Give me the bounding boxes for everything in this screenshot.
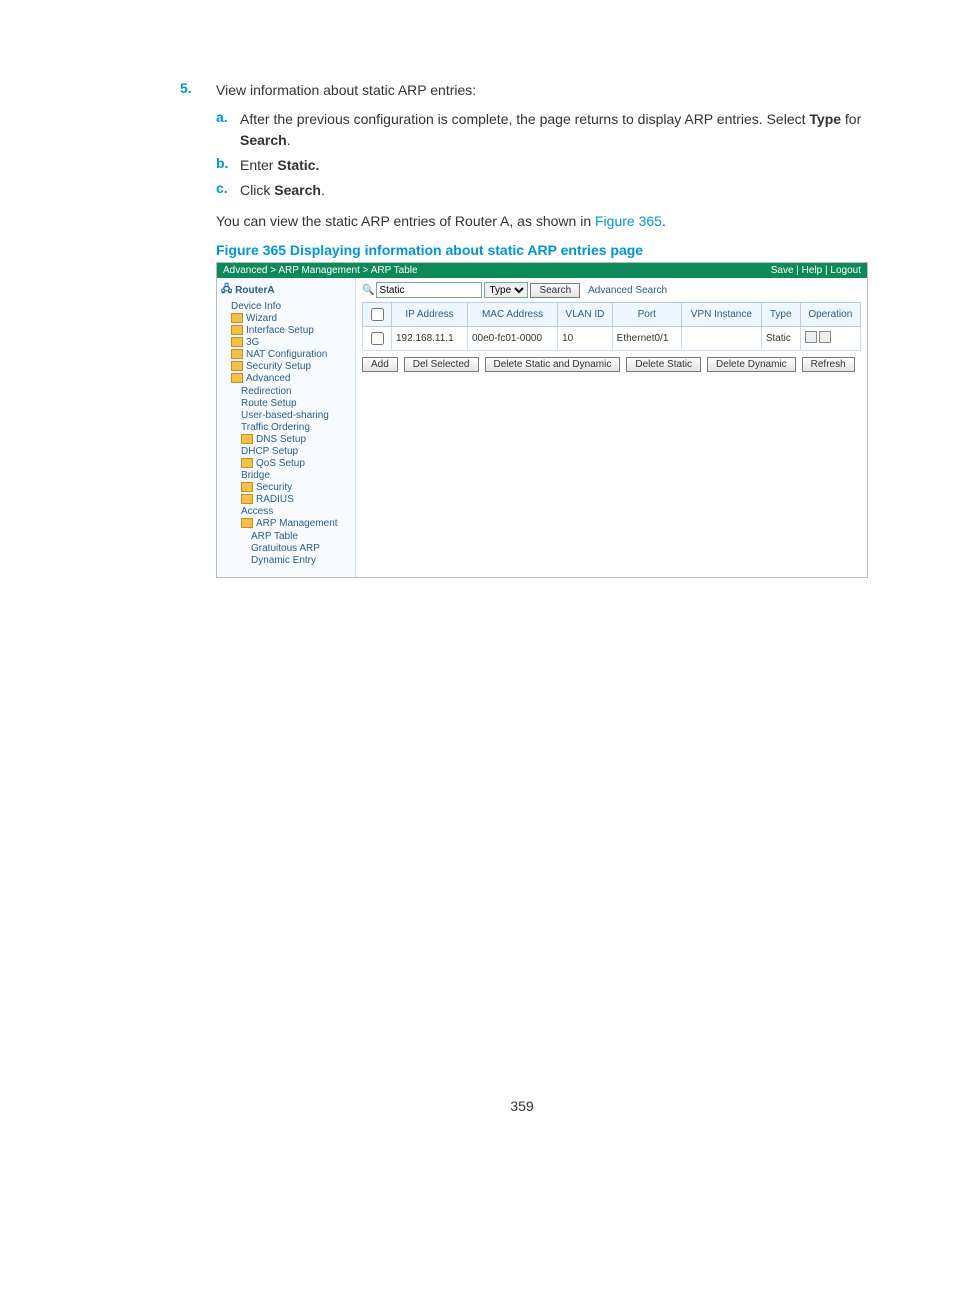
figure-link[interactable]: Figure 365 <box>595 213 662 229</box>
advanced-search-link[interactable]: Advanced Search <box>588 285 667 296</box>
sidebar-item[interactable]: Gratuitous ARP <box>251 543 351 554</box>
result-note: You can view the static ARP entries of R… <box>216 211 864 232</box>
sidebar-item[interactable]: DNS Setup <box>241 434 351 445</box>
step-text: View information about static ARP entrie… <box>216 80 864 101</box>
sidebar-item[interactable]: ARP Table <box>251 531 351 542</box>
page-number: 359 <box>180 1098 864 1114</box>
col-port[interactable]: Port <box>612 303 681 327</box>
delete-static-dynamic-button[interactable]: Delete Static and Dynamic <box>485 357 621 372</box>
sidebar-item[interactable]: Redirection <box>241 386 351 397</box>
sidebar-item[interactable]: Bridge <box>241 470 351 481</box>
sidebar-item[interactable]: QoS Setup <box>241 458 351 469</box>
sidebar-item[interactable]: Access <box>241 506 351 517</box>
col-vpn[interactable]: VPN Instance <box>681 303 761 327</box>
substep-c-letter: c. <box>216 180 240 196</box>
sidebar-item[interactable]: Traffic Ordering <box>241 422 351 433</box>
sidebar-item[interactable]: NAT Configuration <box>231 349 351 360</box>
cell-ip: 192.168.11.1 <box>392 327 468 351</box>
device-icon: 🖧 <box>221 282 232 299</box>
cell-vlan: 10 <box>558 327 613 351</box>
substep-a-letter: a. <box>216 109 240 125</box>
substep-b-letter: b. <box>216 155 240 171</box>
main-panel: 🔍 Type Search Advanced Search IP Address… <box>356 278 867 577</box>
add-button[interactable]: Add <box>362 357 398 372</box>
edit-icon[interactable] <box>805 331 817 343</box>
col-type[interactable]: Type <box>761 303 800 327</box>
search-type-select[interactable]: Type <box>484 282 528 298</box>
sidebar-item[interactable]: Dynamic Entry <box>251 555 351 566</box>
delete-dynamic-button[interactable]: Delete Dynamic <box>707 357 796 372</box>
sidebar: 🖧 RouterA Device Info Wizard Interface S… <box>217 278 356 577</box>
substep-c-text: Click Search. <box>240 180 864 201</box>
cell-type: Static <box>761 327 800 351</box>
substep-b-text: Enter Static. <box>240 155 864 176</box>
delete-static-button[interactable]: Delete Static <box>626 357 701 372</box>
search-button[interactable]: Search <box>530 283 580 298</box>
substep-a-text: After the previous configuration is comp… <box>240 109 864 151</box>
sidebar-item[interactable]: Device Info <box>231 301 351 312</box>
figure-caption: Figure 365 Displaying information about … <box>216 242 864 258</box>
cell-port: Ethernet0/1 <box>612 327 681 351</box>
sidebar-item[interactable]: Security <box>241 482 351 493</box>
step-number: 5. <box>180 80 216 96</box>
col-operation: Operation <box>800 303 860 327</box>
search-icon: 🔍 <box>362 285 374 296</box>
sidebar-item[interactable]: DHCP Setup <box>241 446 351 457</box>
delete-icon[interactable] <box>819 331 831 343</box>
sidebar-item[interactable]: Security Setup <box>231 361 351 372</box>
sidebar-item[interactable]: Wizard <box>231 313 351 324</box>
sidebar-item[interactable]: User-based-sharing <box>241 410 351 421</box>
sidebar-item[interactable]: Advanced <box>231 373 351 384</box>
row-checkbox[interactable] <box>371 332 384 345</box>
breadcrumb: Advanced > ARP Management > ARP Table <box>223 265 418 276</box>
col-vlan[interactable]: VLAN ID <box>558 303 613 327</box>
top-links[interactable]: Save | Help | Logout <box>771 265 861 276</box>
search-input[interactable] <box>376 282 482 298</box>
sidebar-item[interactable]: Route Setup <box>241 398 351 409</box>
refresh-button[interactable]: Refresh <box>802 357 855 372</box>
col-mac[interactable]: MAC Address <box>467 303 557 327</box>
sidebar-item[interactable]: RADIUS <box>241 494 351 505</box>
del-selected-button[interactable]: Del Selected <box>404 357 479 372</box>
cell-vpn <box>681 327 761 351</box>
device-root[interactable]: 🖧 RouterA <box>221 282 351 299</box>
sidebar-item[interactable]: 3G <box>231 337 351 348</box>
arp-table: IP Address MAC Address VLAN ID Port VPN … <box>362 302 861 351</box>
select-all-checkbox[interactable] <box>371 308 384 321</box>
screenshot: Advanced > ARP Management > ARP Table Sa… <box>216 262 868 578</box>
cell-mac: 00e0-fc01-0000 <box>467 327 557 351</box>
table-row: 192.168.11.1 00e0-fc01-0000 10 Ethernet0… <box>363 327 861 351</box>
col-ip[interactable]: IP Address <box>392 303 468 327</box>
sidebar-item[interactable]: Interface Setup <box>231 325 351 336</box>
sidebar-item[interactable]: ARP Management <box>241 518 351 529</box>
